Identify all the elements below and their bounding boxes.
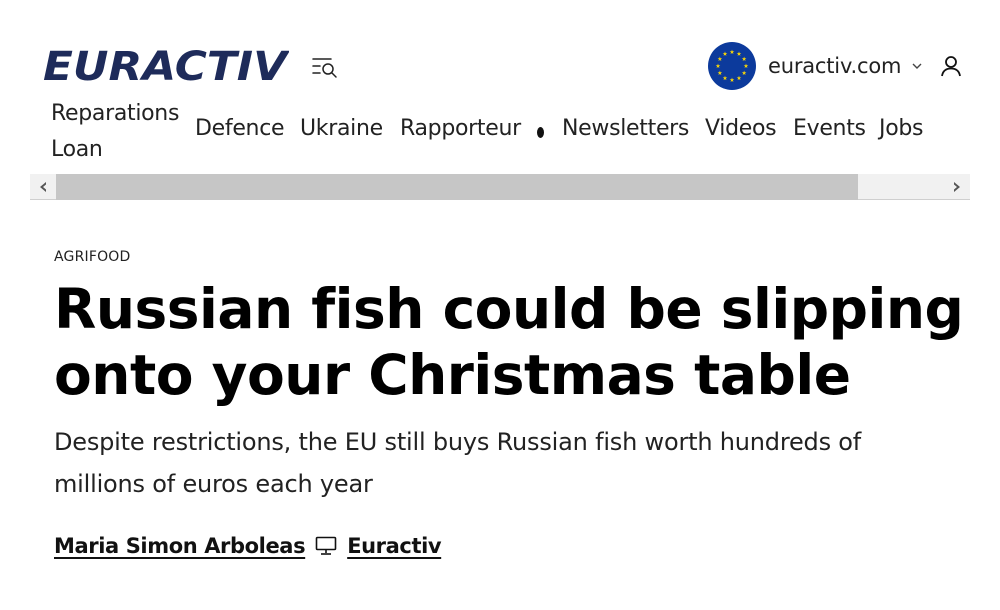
nav-item-jobs[interactable]: Jobs bbox=[879, 116, 923, 141]
article-byline: Maria Simon Arboleas Euractiv bbox=[54, 530, 442, 562]
nav-item-videos[interactable]: Videos bbox=[705, 116, 777, 141]
article-category[interactable]: AGRIFOOD bbox=[54, 249, 131, 265]
scroll-right-arrow-icon[interactable] bbox=[944, 174, 970, 200]
nav-item-reparations-loan[interactable]: Reparations Loan bbox=[51, 96, 191, 168]
flag-star bbox=[717, 70, 723, 75]
site-header: EURACTIV euractiv.com bbox=[0, 0, 1000, 100]
flag-star bbox=[717, 56, 723, 61]
logo-text: EURACTIV bbox=[43, 46, 289, 86]
edition-selector[interactable]: euractiv.com bbox=[708, 42, 923, 90]
flag-star bbox=[743, 63, 749, 68]
chevron-down-icon bbox=[912, 63, 922, 69]
euractiv-logo[interactable]: EURACTIV bbox=[43, 46, 289, 86]
menu-search-icon[interactable] bbox=[311, 55, 339, 79]
flag-star bbox=[715, 63, 721, 68]
flag-star bbox=[736, 51, 742, 56]
scroll-left-arrow-icon[interactable] bbox=[30, 174, 56, 200]
user-icon[interactable] bbox=[939, 54, 963, 78]
article-subheadline: Despite restrictions, the EU still buys … bbox=[54, 428, 862, 498]
edition-label: euractiv.com bbox=[768, 54, 902, 78]
flag-star bbox=[741, 70, 747, 75]
nav-item-ukraine[interactable]: Ukraine bbox=[300, 116, 383, 141]
flag-star bbox=[722, 75, 728, 81]
flag-star bbox=[736, 75, 742, 81]
flag-star bbox=[729, 49, 735, 54]
main-nav: Reparations Loan Defence Ukraine Rapport… bbox=[30, 98, 970, 172]
nav-item-newsletters[interactable]: Newsletters bbox=[562, 116, 689, 141]
eu-flag-icon bbox=[708, 42, 756, 90]
nav-item-rapporteur[interactable]: Rapporteur bbox=[400, 116, 521, 141]
article-headline: Russian fish could be slipping onto your… bbox=[54, 277, 964, 407]
flag-star bbox=[741, 56, 747, 61]
author-link[interactable]: Maria Simon Arboleas bbox=[54, 534, 306, 558]
nav-scrollbar[interactable] bbox=[30, 174, 970, 200]
nav-item-events[interactable]: Events bbox=[793, 116, 866, 141]
flag-star bbox=[729, 77, 735, 82]
nav-item-defence[interactable]: Defence bbox=[195, 116, 285, 141]
nav-separator-dot bbox=[537, 127, 544, 138]
scrollbar-thumb[interactable] bbox=[56, 174, 858, 200]
flag-star bbox=[722, 51, 728, 56]
monitor-icon bbox=[315, 536, 337, 555]
source-link[interactable]: Euractiv bbox=[347, 534, 441, 558]
